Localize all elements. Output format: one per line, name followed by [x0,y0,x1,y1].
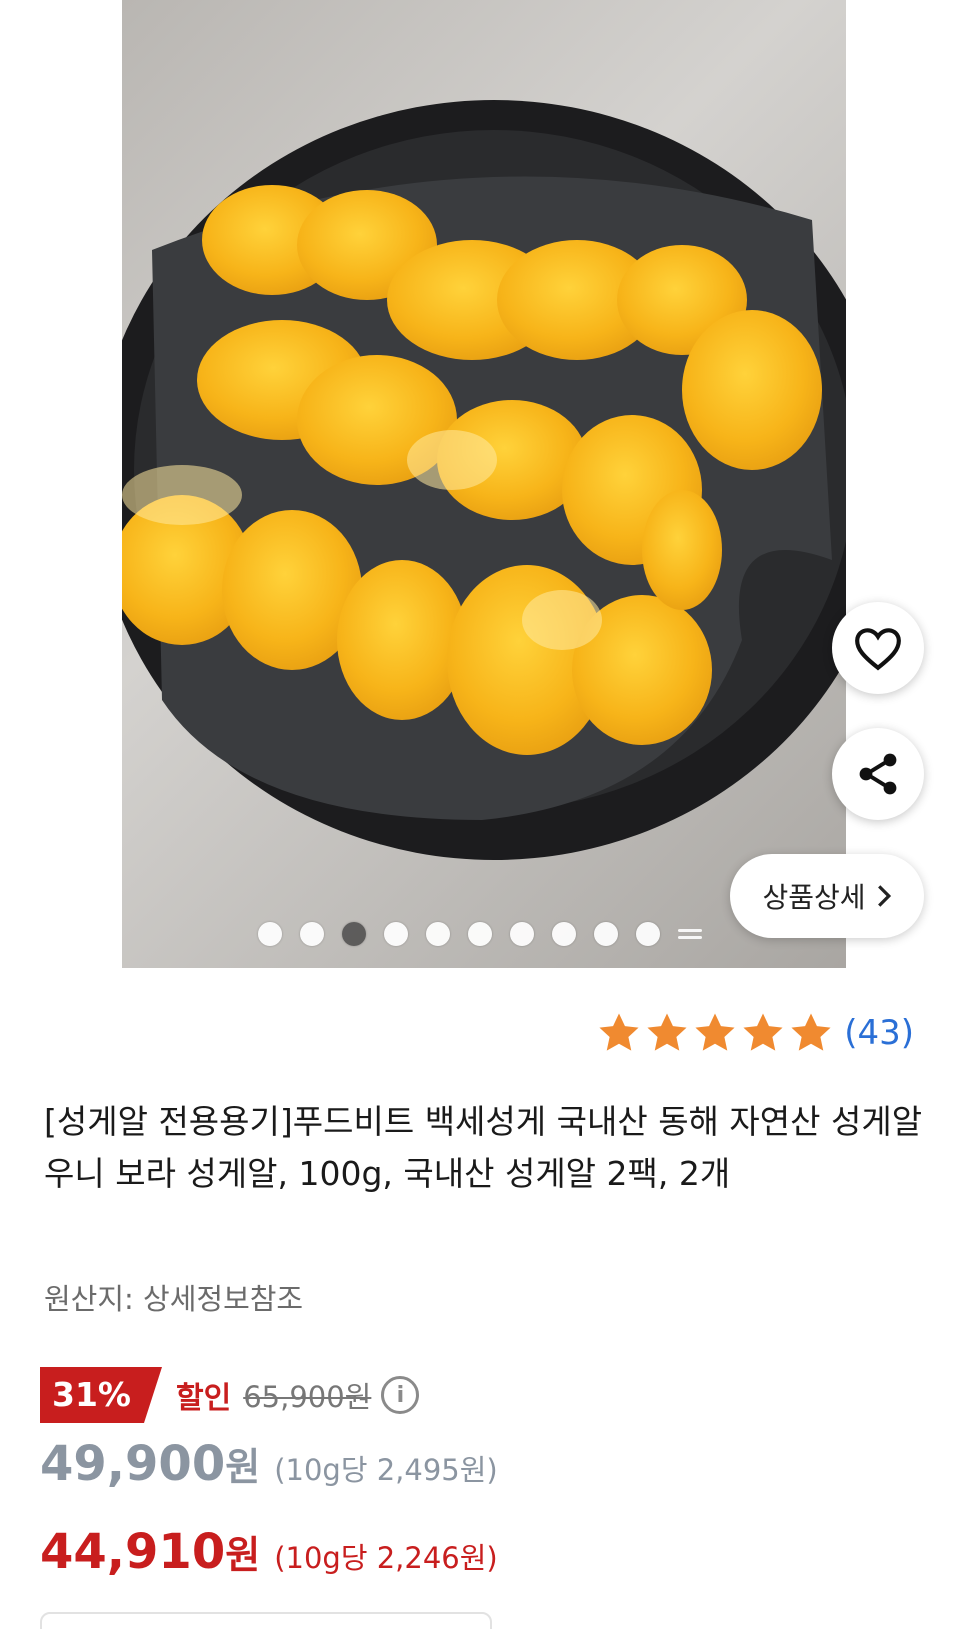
product-image[interactable] [122,0,846,968]
gallery-dot-active[interactable] [342,922,366,946]
star-icon [647,1013,687,1051]
star-icon [743,1013,783,1051]
sale-price-row: 49,900 원 (10g당 2,495원) [40,1436,498,1492]
share-button[interactable] [832,728,924,820]
discount-badge: 31% [40,1367,162,1423]
gallery-dot[interactable] [510,922,534,946]
product-detail-button[interactable]: 상품상세 [730,854,924,938]
gallery-dot[interactable] [552,922,576,946]
gallery-dot[interactable] [468,922,492,946]
gallery-dot[interactable] [384,922,408,946]
gallery-dot[interactable] [426,922,450,946]
detail-label: 상품상세 [762,881,866,914]
product-gallery[interactable]: 상품상세 [0,0,968,968]
sale-price-currency: 원 [225,1445,261,1489]
gallery-dot[interactable] [258,922,282,946]
heart-icon [855,628,901,671]
discount-label: 할인 [176,1381,232,1416]
sale-unit-price: (10g당 2,495원) [274,1453,498,1487]
gallery-more-icon[interactable] [678,922,702,946]
final-price-row: 44,910 원 (10g당 2,246원) [40,1524,498,1580]
review-count-link[interactable]: (43) [844,1013,914,1053]
gallery-dot[interactable] [594,922,618,946]
like-button[interactable] [832,602,924,694]
gallery-dot[interactable] [636,922,660,946]
discount-rate: 31% [52,1375,131,1414]
info-icon[interactable]: i [381,1376,420,1414]
original-price: 65,900원 [243,1380,372,1414]
chevron-right-icon [877,885,891,907]
rating-summary[interactable]: (43) [596,1010,914,1056]
star-icon [599,1013,639,1051]
final-price: 44,910 [40,1524,226,1580]
star-icon [791,1013,831,1051]
gallery-dot[interactable] [300,922,324,946]
product-origin: 원산지: 상세정보참조 [44,1282,304,1316]
share-icon [859,753,897,795]
final-price-currency: 원 [225,1533,261,1577]
gallery-pagination[interactable] [258,920,702,948]
star-icon [695,1013,735,1051]
discount-row: 31% 할인 65,900원 i [40,1366,420,1424]
sale-price: 49,900 [40,1436,226,1492]
product-title: [성게알 전용용기]푸드비트 백세성게 국내산 동해 자연산 성게알 우니 보라… [44,1102,923,1193]
option-selector-card[interactable] [40,1612,492,1629]
final-unit-price: (10g당 2,246원) [274,1541,498,1575]
